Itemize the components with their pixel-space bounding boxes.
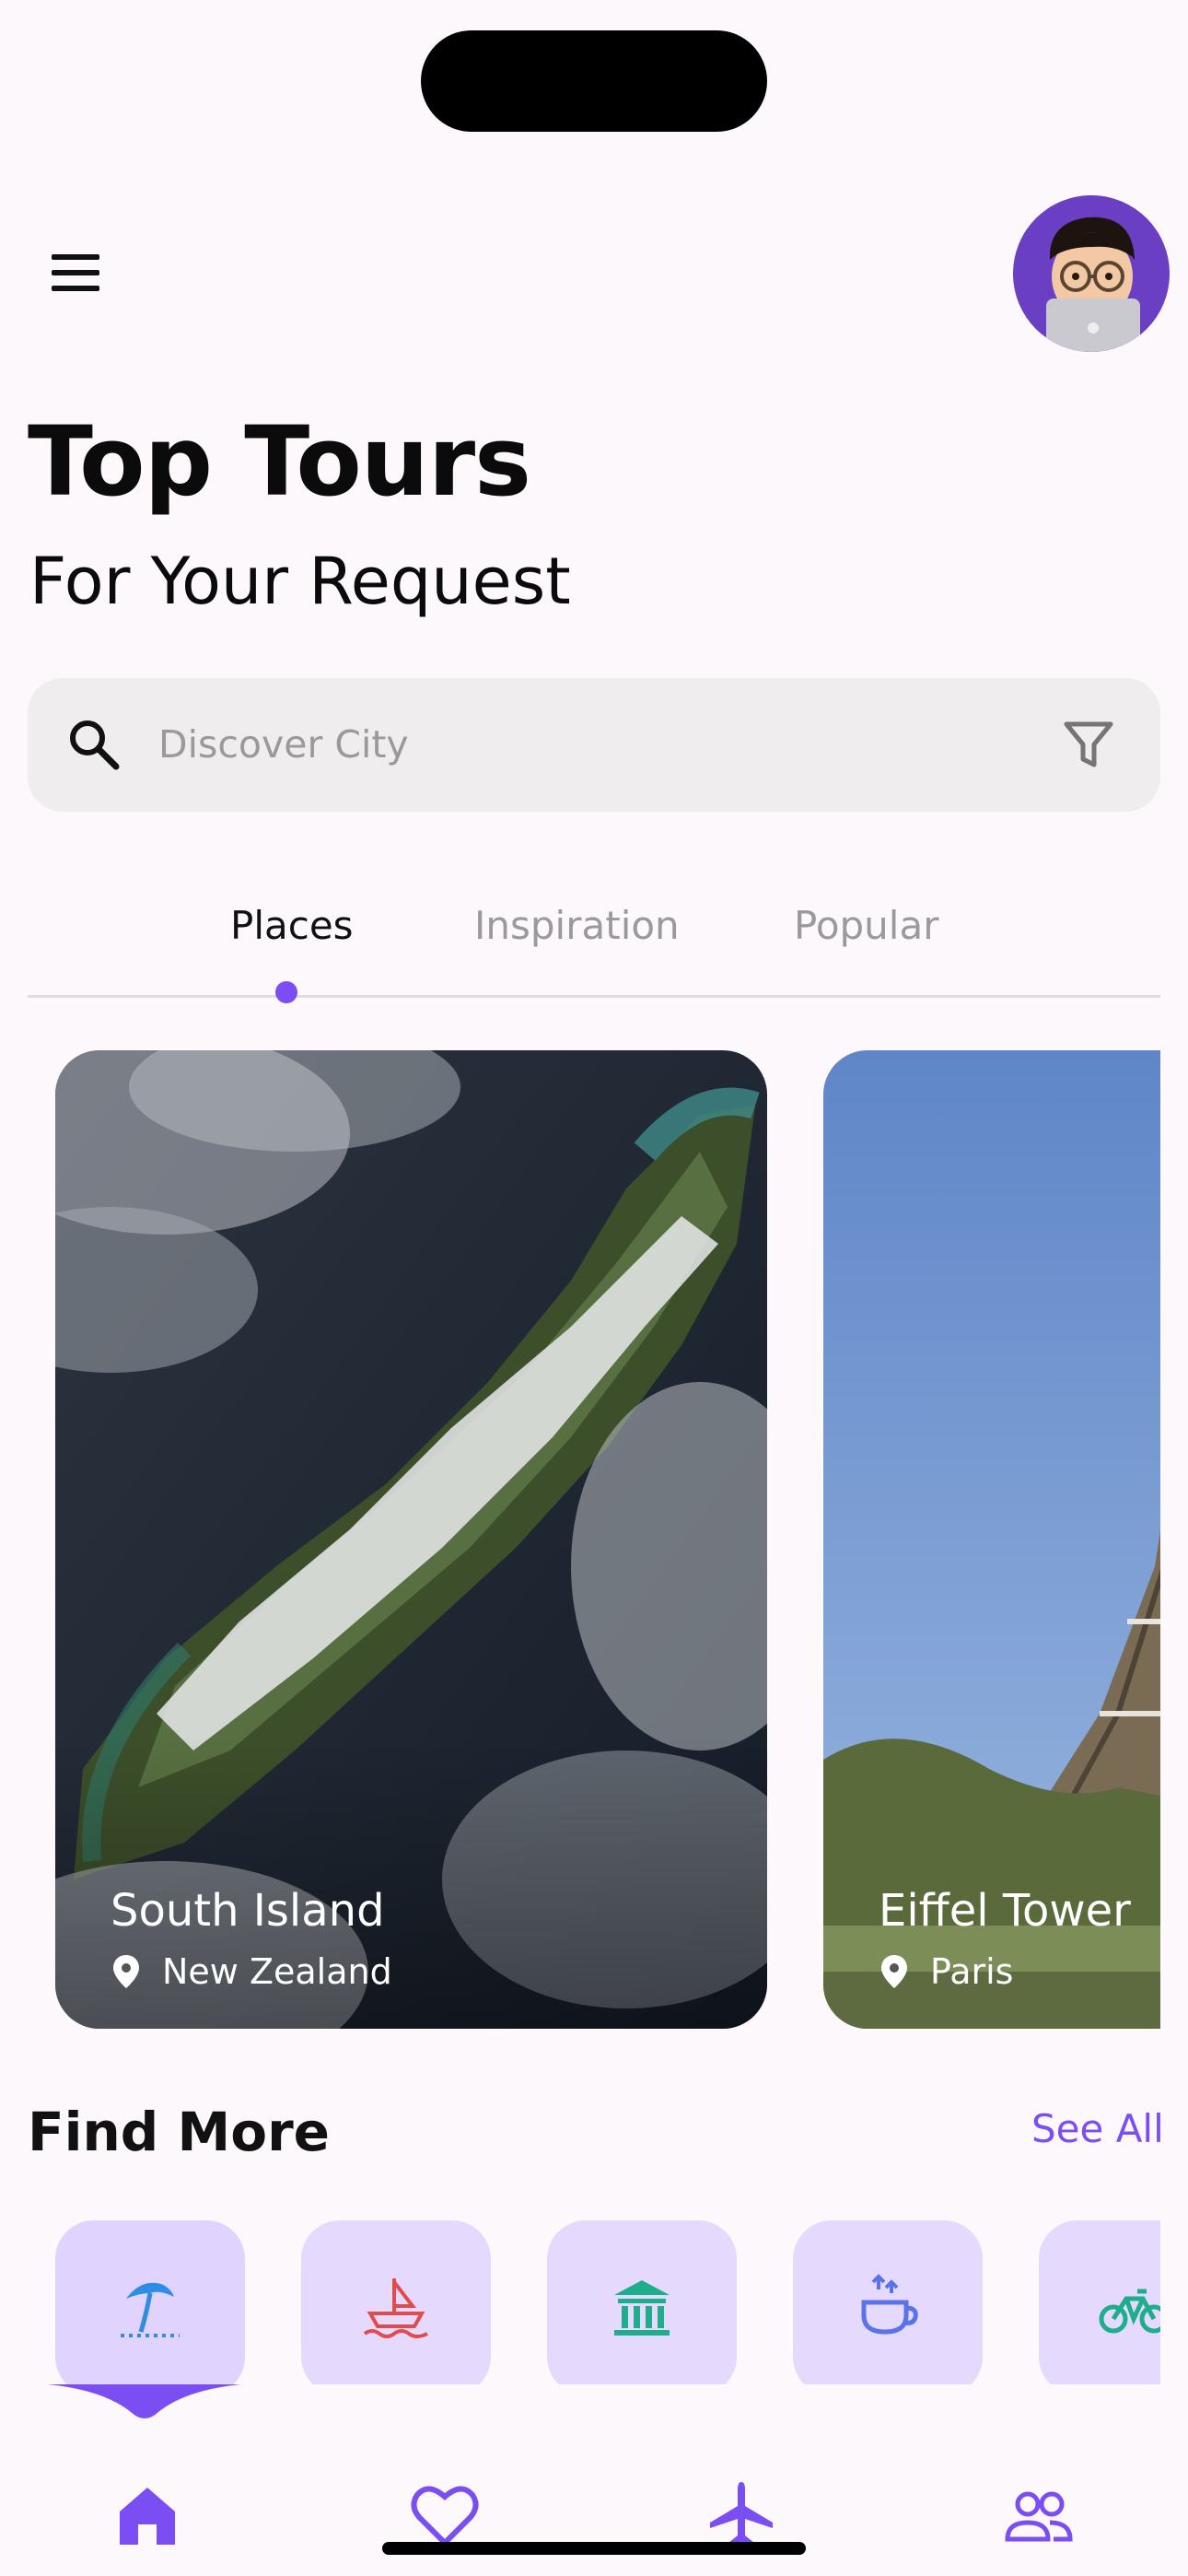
place-card-south-island[interactable]: South Island New Zealand <box>55 1050 767 2029</box>
search-input[interactable] <box>158 717 987 772</box>
place-card-image <box>55 1050 767 2029</box>
category-cafe[interactable] <box>793 2220 983 2386</box>
place-card-location: Paris <box>879 1951 1013 1992</box>
categories-row[interactable] <box>28 2220 1160 2386</box>
status-icons <box>961 66 1068 88</box>
home-icon[interactable] <box>111 2478 184 2552</box>
search-icon <box>70 720 120 770</box>
avatar[interactable] <box>1013 195 1170 352</box>
filter-icon[interactable] <box>1059 715 1118 774</box>
beach-icon <box>121 2282 180 2337</box>
place-card-title: South Island <box>111 1885 385 1937</box>
boat-icon <box>363 2278 428 2338</box>
museum-icon <box>614 2280 670 2336</box>
tab-inspiration[interactable]: Inspiration <box>474 903 680 948</box>
menu-icon <box>52 254 99 260</box>
place-card-location-label: New Zealand <box>162 1951 392 1992</box>
tab-places[interactable]: Places <box>230 903 354 948</box>
page-subtitle: For Your Request <box>29 544 571 619</box>
tab-indicator <box>275 981 297 1003</box>
menu-button[interactable] <box>48 251 107 295</box>
place-card-title: Eiffel Tower <box>879 1885 1131 1937</box>
location-pin-icon <box>113 1955 139 1988</box>
find-more-title: Find More <box>28 2101 331 2163</box>
search-bar[interactable] <box>28 678 1160 812</box>
nav-active-indicator <box>48 2384 241 2418</box>
dynamic-island <box>421 30 767 132</box>
place-card-location: New Zealand <box>111 1951 392 1992</box>
place-card-image <box>823 1050 1160 2029</box>
people-icon[interactable] <box>1002 2478 1076 2552</box>
tab-divider <box>28 995 1160 998</box>
heart-icon[interactable] <box>408 2478 482 2552</box>
home-indicator <box>382 2542 806 2555</box>
status-time: 11:45 <box>184 57 302 100</box>
category-bicycle[interactable] <box>1039 2220 1160 2386</box>
category-boat[interactable] <box>301 2220 491 2386</box>
place-card-location-label: Paris <box>930 1951 1014 1992</box>
location-pin-icon <box>881 1955 907 1988</box>
avatar-image <box>1013 195 1170 352</box>
page-title: Top Tours <box>28 405 531 518</box>
category-beach[interactable] <box>55 2220 245 2386</box>
category-museum[interactable] <box>547 2220 737 2386</box>
places-carousel[interactable]: South Island New Zealand Eiffel Tower Pa… <box>28 1050 1160 2029</box>
bicycle-icon <box>1099 2289 1160 2334</box>
tea-cup-icon <box>861 2274 918 2335</box>
airplane-icon[interactable] <box>705 2478 778 2552</box>
see-all-link[interactable]: See All <box>1031 2106 1164 2151</box>
place-card-eiffel-tower[interactable]: Eiffel Tower Paris <box>823 1050 1160 2029</box>
tab-popular[interactable]: Popular <box>794 903 938 948</box>
